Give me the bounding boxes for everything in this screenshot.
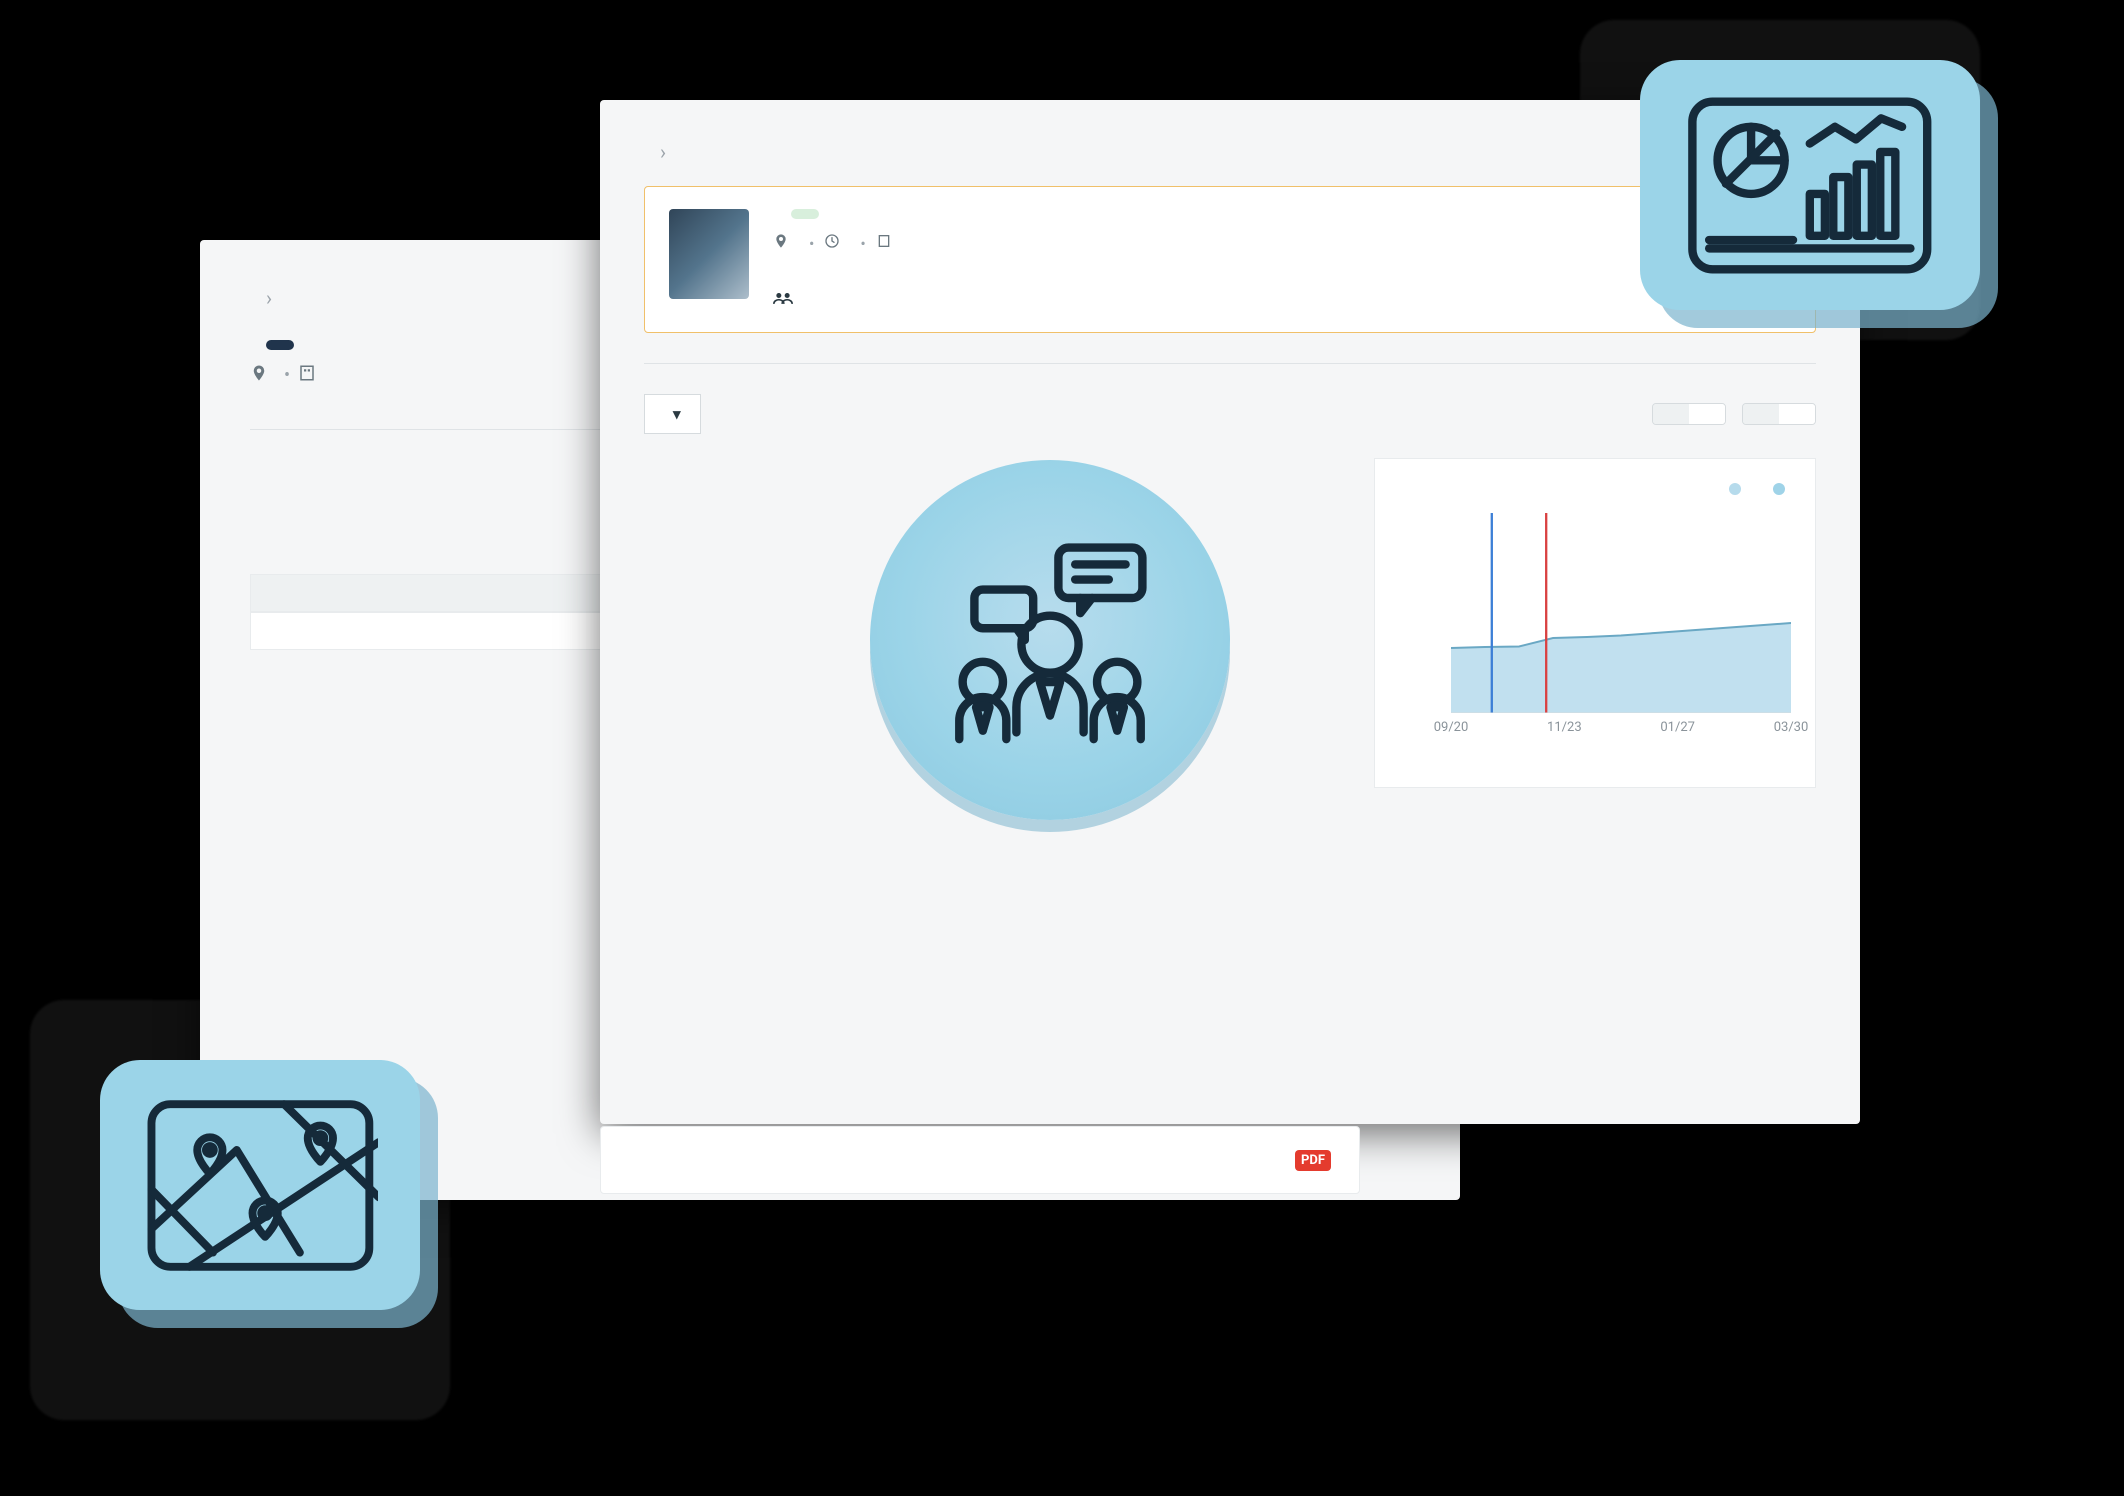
x-tick: 01/27 <box>1660 720 1695 735</box>
rent-chart-card: 09/20 11/23 01/27 03/30 <box>1374 458 1816 788</box>
clock-icon <box>824 233 840 253</box>
x-tick: 11/23 <box>1547 720 1582 735</box>
people-icon <box>773 289 793 310</box>
x-tick: 03/30 <box>1774 720 1809 735</box>
property-thumbnail <box>669 209 749 299</box>
front-tab-bar <box>644 363 1816 364</box>
chevron-right-icon: › <box>266 286 272 310</box>
x-tick: 09/20 <box>1434 720 1469 735</box>
total-persf-toggle <box>1652 403 1726 425</box>
team-chat-tile-icon <box>870 460 1230 820</box>
toggle-total[interactable] <box>1653 404 1689 424</box>
chevron-right-icon: › <box>660 140 666 164</box>
legend-rent <box>1729 479 1747 497</box>
pdf-icon[interactable]: PDF <box>1295 1150 1331 1171</box>
building-icon <box>298 364 316 387</box>
status-badge <box>791 209 819 219</box>
toggle-per-sf[interactable] <box>1689 404 1725 424</box>
amendment-detail-row[interactable]: PDF <box>600 1126 1360 1194</box>
analytics-tile-icon <box>1640 60 1980 310</box>
caret-down-icon: ▾ <box>673 405 682 423</box>
rent-chart: 09/2011/2301/2703/30 <box>1399 513 1791 713</box>
rent-dropdown[interactable]: ▾ <box>644 394 701 434</box>
legend-expenses <box>1773 479 1791 497</box>
pin-icon <box>250 364 268 387</box>
toggle-yearly[interactable] <box>1779 404 1815 424</box>
period-toggle <box>1742 403 1816 425</box>
map-tile-icon <box>100 1060 420 1310</box>
toggle-monthly[interactable] <box>1743 404 1779 424</box>
pin-icon <box>773 233 789 253</box>
building-icon <box>876 233 892 253</box>
asc-badge <box>266 340 294 350</box>
